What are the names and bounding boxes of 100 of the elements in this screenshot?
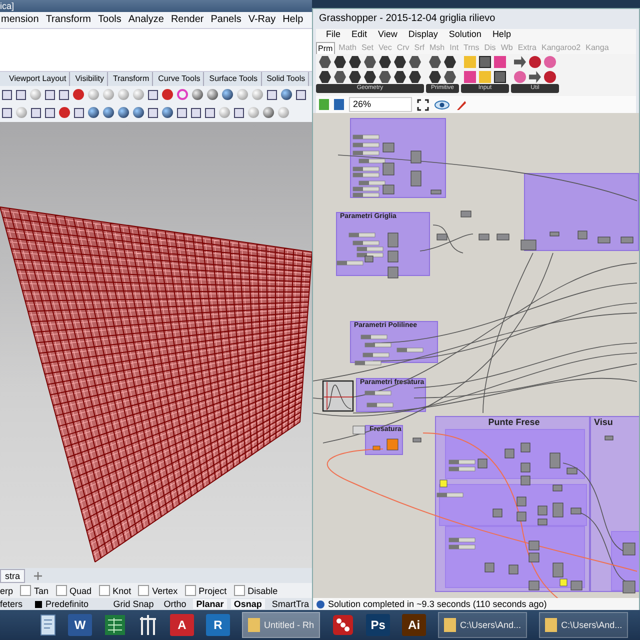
menu-item[interactable]: Analyze	[128, 12, 164, 28]
component-node[interactable]	[520, 442, 530, 452]
checkbox[interactable]	[234, 585, 245, 596]
slider-node[interactable]	[448, 460, 476, 464]
app-icon[interactable]: A	[170, 614, 194, 636]
zoom-field[interactable]: 26%	[349, 97, 412, 112]
component-node[interactable]	[478, 458, 488, 468]
status-toggle[interactable]: Grid Snap	[110, 599, 157, 610]
eye-icon[interactable]	[434, 100, 450, 110]
component-node[interactable]	[538, 506, 548, 516]
component-node[interactable]	[538, 518, 548, 526]
square-icon[interactable]	[205, 108, 215, 118]
app-icon[interactable]: Ps	[366, 614, 390, 636]
component-node[interactable]	[430, 190, 442, 194]
add-tab-icon[interactable]	[33, 570, 44, 581]
panel-node[interactable]	[352, 426, 366, 434]
component-node[interactable]	[604, 436, 614, 440]
slider-node[interactable]	[358, 180, 386, 186]
component-node[interactable]	[528, 540, 540, 550]
square-icon[interactable]	[59, 90, 69, 100]
taskbar-window[interactable]: C:\Users\And...	[438, 612, 528, 638]
square-icon[interactable]	[31, 108, 41, 118]
component-node[interactable]	[552, 502, 564, 518]
square-icon[interactable]	[148, 108, 158, 118]
slider-node[interactable]	[352, 192, 380, 198]
component-node[interactable]	[528, 580, 540, 590]
component-node[interactable]	[516, 512, 526, 522]
component-node[interactable]	[478, 234, 490, 240]
graph-node[interactable]	[322, 380, 354, 412]
slider-node[interactable]	[366, 402, 394, 408]
component-node[interactable]	[620, 236, 634, 244]
slider-node[interactable]	[352, 166, 380, 172]
slider-node[interactable]	[336, 260, 364, 266]
slider-node[interactable]	[362, 352, 390, 358]
slider-node[interactable]	[436, 492, 464, 498]
component-node[interactable]	[550, 232, 560, 236]
square-icon[interactable]	[267, 90, 277, 100]
menu-item[interactable]: File	[326, 29, 341, 42]
sphere-icon[interactable]	[192, 89, 203, 100]
menu-item[interactable]: Solution	[448, 29, 482, 42]
slider-node[interactable]	[396, 348, 424, 352]
sphere-icon[interactable]	[73, 89, 84, 100]
slider-node[interactable]	[354, 360, 382, 366]
app-icon[interactable]: W	[68, 614, 92, 636]
node-group[interactable]: Visu	[590, 416, 639, 592]
component-node[interactable]	[550, 452, 560, 468]
component-node[interactable]	[570, 508, 582, 514]
slider-node[interactable]	[448, 538, 476, 542]
pen-icon[interactable]	[455, 98, 467, 110]
component-node[interactable]	[382, 162, 394, 176]
status-toggle[interactable]: Planar	[193, 599, 227, 610]
swatch-node[interactable]	[560, 578, 568, 586]
component-node[interactable]	[516, 496, 526, 506]
component-node[interactable]	[410, 150, 422, 164]
checkbox[interactable]	[56, 585, 67, 596]
component-node[interactable]	[566, 468, 578, 474]
component-node[interactable]	[382, 184, 394, 194]
sphere-icon[interactable]	[177, 89, 188, 100]
ribbon-tab[interactable]: Prm	[316, 42, 335, 54]
component-node[interactable]	[622, 580, 636, 594]
slider-node[interactable]	[360, 334, 388, 340]
slider-node[interactable]	[352, 134, 380, 140]
component-node[interactable]	[520, 462, 530, 472]
status-toggle[interactable]: Ortho	[160, 599, 190, 610]
component-node[interactable]	[388, 232, 398, 248]
sphere-icon[interactable]	[162, 107, 173, 118]
sphere-icon[interactable]	[59, 107, 70, 118]
status-toggle[interactable]: Osnap	[230, 599, 265, 610]
component-node[interactable]	[528, 552, 540, 562]
menu-item[interactable]: Panels	[210, 12, 242, 28]
slider-node[interactable]	[358, 158, 386, 164]
slider-node[interactable]	[352, 142, 380, 148]
component-node[interactable]	[388, 250, 398, 262]
sphere-icon[interactable]	[118, 107, 129, 118]
square-icon[interactable]	[191, 108, 201, 118]
slider-node[interactable]	[356, 252, 384, 258]
menu-item[interactable]: View	[378, 29, 398, 42]
sphere-icon[interactable]	[281, 89, 292, 100]
square-icon[interactable]	[148, 90, 158, 100]
toggle-node[interactable]	[372, 446, 380, 450]
slider-node[interactable]	[352, 150, 380, 156]
swatch-node[interactable]	[440, 480, 448, 488]
component-node[interactable]	[364, 256, 374, 262]
sphere-icon[interactable]	[162, 89, 173, 100]
menu-item[interactable]: V-Ray	[248, 12, 276, 28]
slider-node[interactable]	[352, 240, 380, 246]
status-toggle[interactable]: SmartTra	[268, 599, 312, 610]
sphere-icon[interactable]	[263, 107, 274, 118]
sphere-icon[interactable]	[103, 107, 114, 118]
checkbox[interactable]	[138, 585, 150, 596]
component-node[interactable]	[410, 170, 422, 186]
square-icon[interactable]	[296, 90, 306, 100]
component-node[interactable]	[578, 230, 588, 240]
menu-item[interactable]: Tools	[98, 12, 122, 28]
component-node[interactable]	[484, 562, 494, 572]
component-node[interactable]	[504, 448, 514, 458]
square-icon[interactable]	[234, 108, 244, 118]
menu-item[interactable]: Help	[492, 29, 511, 42]
app-icon[interactable]: R	[206, 614, 230, 636]
component-node[interactable]	[492, 508, 502, 518]
